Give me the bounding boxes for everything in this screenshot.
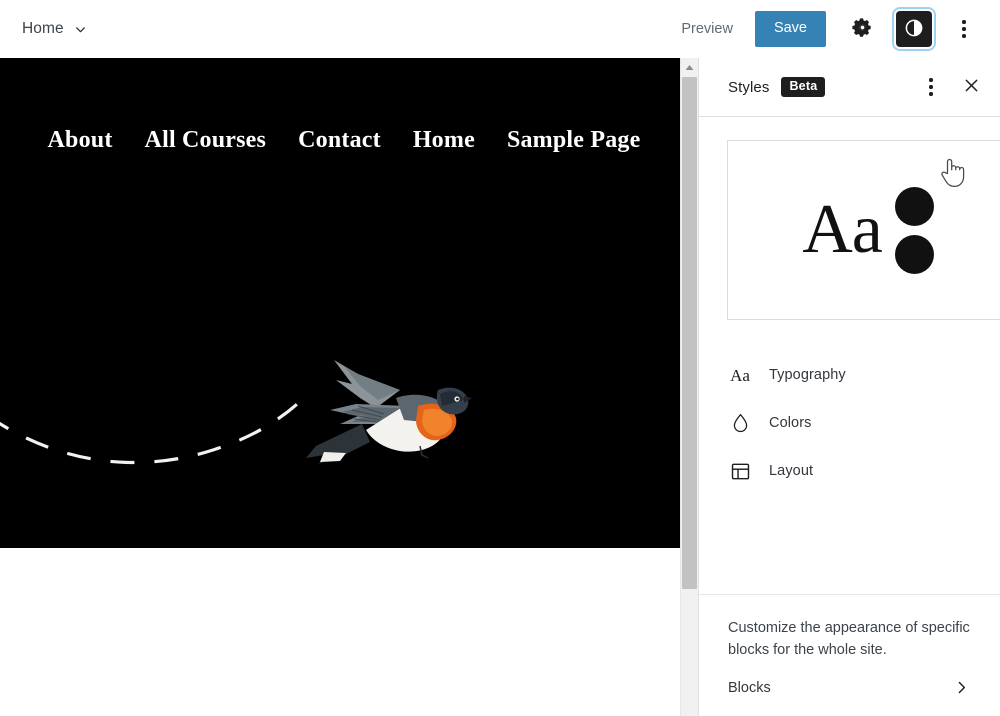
styles-toggle-button[interactable] — [892, 7, 936, 51]
styles-menu-label-typography: Typography — [769, 367, 846, 383]
styles-more-menu-button[interactable] — [914, 70, 948, 104]
arrow-up-icon — [685, 58, 694, 76]
chevron-down-icon — [73, 22, 88, 37]
editor-body: About All Courses Contact Home Sample Pa… — [0, 58, 1000, 716]
styles-sidebar-content: Aa Aa Typography Colors Layout Customize… — [699, 117, 1000, 716]
scrollbar-up-button[interactable] — [681, 58, 698, 75]
nav-link-home[interactable]: Home — [413, 127, 475, 154]
dots-vertical-icon — [929, 78, 933, 96]
more-options-button[interactable] — [944, 9, 984, 49]
preview-button[interactable]: Preview — [667, 12, 747, 46]
styles-header-actions — [914, 70, 988, 104]
blocks-nav-row[interactable]: Blocks — [728, 661, 970, 716]
nav-link-contact[interactable]: Contact — [298, 127, 381, 154]
site-editor-app: Home Preview Save About All Courses Cont… — [0, 0, 1000, 716]
flying-bird-icon — [306, 360, 472, 464]
styles-menu-label-colors: Colors — [769, 415, 812, 431]
styles-panel-title: Styles — [728, 78, 770, 96]
dashed-flight-path-icon — [0, 390, 312, 465]
editor-header: Home Preview Save — [0, 0, 1000, 58]
styles-menu-label-layout: Layout — [769, 463, 814, 479]
preview-color-swatches — [894, 186, 934, 274]
canvas-scrollbar[interactable] — [680, 58, 699, 716]
styles-sidebar: Styles Beta Aa Aa Typography Colors Layo… — [699, 58, 1000, 716]
dots-vertical-icon — [962, 20, 966, 38]
styles-menu-item-layout[interactable]: Layout — [699, 447, 1000, 495]
styles-menu-item-typography[interactable]: Aa Typography — [699, 351, 1000, 399]
styles-menu-list: Aa Typography Colors Layout — [699, 351, 1000, 495]
settings-button[interactable] — [842, 9, 882, 49]
close-icon — [962, 76, 981, 98]
color-swatch-secondary — [894, 234, 934, 274]
document-title-button[interactable]: Home — [22, 20, 88, 38]
beta-badge: Beta — [781, 76, 826, 98]
site-preview: About All Courses Contact Home Sample Pa… — [0, 58, 680, 548]
blocks-section: Customize the appearance of specific blo… — [699, 593, 1000, 716]
document-title: Home — [22, 20, 64, 37]
close-styles-button[interactable] — [954, 70, 988, 104]
color-swatch-primary — [894, 186, 934, 226]
nav-link-about[interactable]: About — [48, 127, 113, 154]
site-canvas[interactable]: About All Courses Contact Home Sample Pa… — [0, 58, 680, 716]
chevron-right-icon — [953, 679, 970, 696]
header-actions: Preview Save — [667, 7, 984, 51]
nav-link-all-courses[interactable]: All Courses — [145, 127, 267, 154]
nav-link-sample-page[interactable]: Sample Page — [507, 127, 641, 154]
droplet-icon — [728, 411, 752, 435]
gear-icon — [851, 16, 874, 42]
typography-icon: Aa — [728, 363, 752, 387]
blocks-label: Blocks — [728, 679, 771, 696]
styles-sidebar-header: Styles Beta — [699, 58, 1000, 117]
save-button[interactable]: Save — [754, 11, 826, 47]
preview-typography-sample: Aa — [802, 191, 883, 268]
blocks-description: Customize the appearance of specific blo… — [728, 619, 970, 658]
style-preview-card[interactable]: Aa — [727, 140, 1000, 320]
scrollbar-thumb[interactable] — [682, 77, 697, 589]
site-navigation: About All Courses Contact Home Sample Pa… — [0, 127, 680, 154]
layout-icon — [728, 459, 752, 483]
styles-menu-item-colors[interactable]: Colors — [699, 399, 1000, 447]
contrast-icon — [903, 17, 925, 42]
canvas-empty-area — [0, 548, 680, 716]
typography-icon-glyph: Aa — [730, 365, 750, 385]
